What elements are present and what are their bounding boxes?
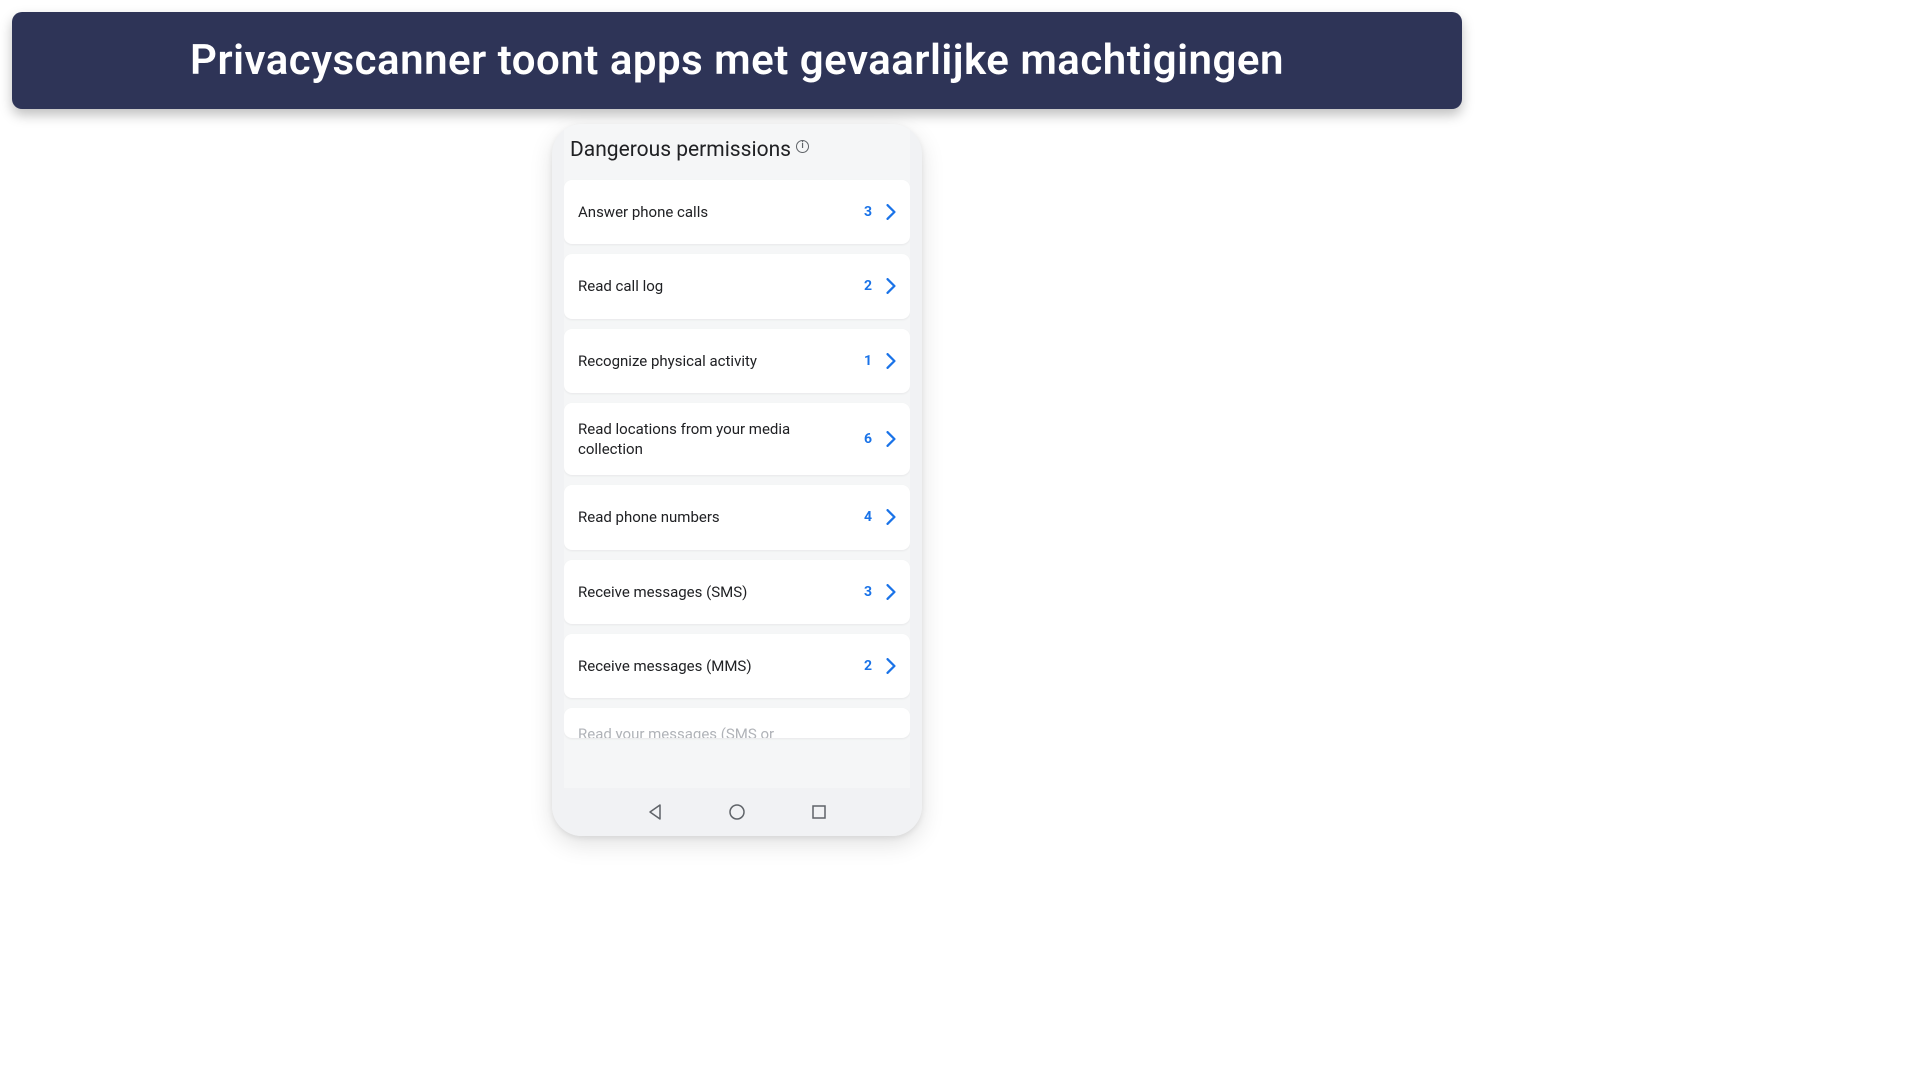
section-title: Dangerous permissions bbox=[570, 138, 791, 162]
permission-count: 6 bbox=[864, 431, 872, 447]
permission-label: Read your messages (SMS or bbox=[578, 725, 774, 738]
permission-meta: 2 bbox=[864, 278, 896, 294]
permission-label: Receive messages (SMS) bbox=[578, 582, 864, 602]
permission-meta: 2 bbox=[864, 658, 896, 674]
permission-row-answer-phone-calls[interactable]: Answer phone calls 3 bbox=[564, 180, 910, 244]
android-nav-bar bbox=[552, 788, 922, 836]
app-screen: Dangerous permissions i Answer phone cal… bbox=[564, 124, 910, 788]
permission-row-read-locations-media[interactable]: Read locations from your media collectio… bbox=[564, 403, 910, 476]
phone-frame: Dangerous permissions i Answer phone cal… bbox=[552, 124, 922, 836]
phone-mockup: Dangerous permissions i Answer phone cal… bbox=[552, 124, 922, 836]
banner-title: Privacyscanner toont apps met gevaarlijk… bbox=[12, 12, 1462, 109]
permission-count: 3 bbox=[864, 204, 872, 220]
chevron-right-icon bbox=[886, 204, 896, 220]
chevron-right-icon bbox=[886, 658, 896, 674]
permission-count: 3 bbox=[864, 584, 872, 600]
permission-label: Read locations from your media collectio… bbox=[578, 419, 864, 460]
permission-meta: 1 bbox=[864, 353, 896, 369]
permission-meta: 4 bbox=[864, 509, 896, 525]
chevron-right-icon bbox=[886, 584, 896, 600]
permission-count: 4 bbox=[864, 509, 872, 525]
permission-label: Read call log bbox=[578, 276, 864, 296]
permission-label: Recognize physical activity bbox=[578, 351, 864, 371]
chevron-right-icon bbox=[886, 431, 896, 447]
chevron-right-icon bbox=[886, 353, 896, 369]
info-icon[interactable]: i bbox=[796, 140, 809, 153]
permission-row-receive-sms[interactable]: Receive messages (SMS) 3 bbox=[564, 560, 910, 624]
permission-row-read-phone-numbers[interactable]: Read phone numbers 4 bbox=[564, 485, 910, 549]
permission-label: Answer phone calls bbox=[578, 202, 864, 222]
nav-back-icon[interactable] bbox=[646, 803, 664, 821]
nav-home-icon[interactable] bbox=[728, 803, 746, 821]
permission-label: Read phone numbers bbox=[578, 507, 864, 527]
chevron-right-icon bbox=[886, 278, 896, 294]
chevron-right-icon bbox=[886, 509, 896, 525]
permission-meta: 6 bbox=[864, 431, 896, 447]
permissions-list: Answer phone calls 3 Read call log 2 bbox=[564, 180, 910, 738]
permission-row-partial[interactable]: Read your messages (SMS or bbox=[564, 708, 910, 738]
permission-count: 2 bbox=[864, 658, 872, 674]
permission-meta: 3 bbox=[864, 584, 896, 600]
permission-row-recognize-physical-activity[interactable]: Recognize physical activity 1 bbox=[564, 329, 910, 393]
permission-meta: 3 bbox=[864, 204, 896, 220]
permission-count: 2 bbox=[864, 278, 872, 294]
permission-row-receive-mms[interactable]: Receive messages (MMS) 2 bbox=[564, 634, 910, 698]
section-header: Dangerous permissions i bbox=[564, 124, 910, 180]
nav-recent-icon[interactable] bbox=[810, 803, 828, 821]
permission-label: Receive messages (MMS) bbox=[578, 656, 864, 676]
permission-count: 1 bbox=[864, 353, 872, 369]
permission-row-read-call-log[interactable]: Read call log 2 bbox=[564, 254, 910, 318]
